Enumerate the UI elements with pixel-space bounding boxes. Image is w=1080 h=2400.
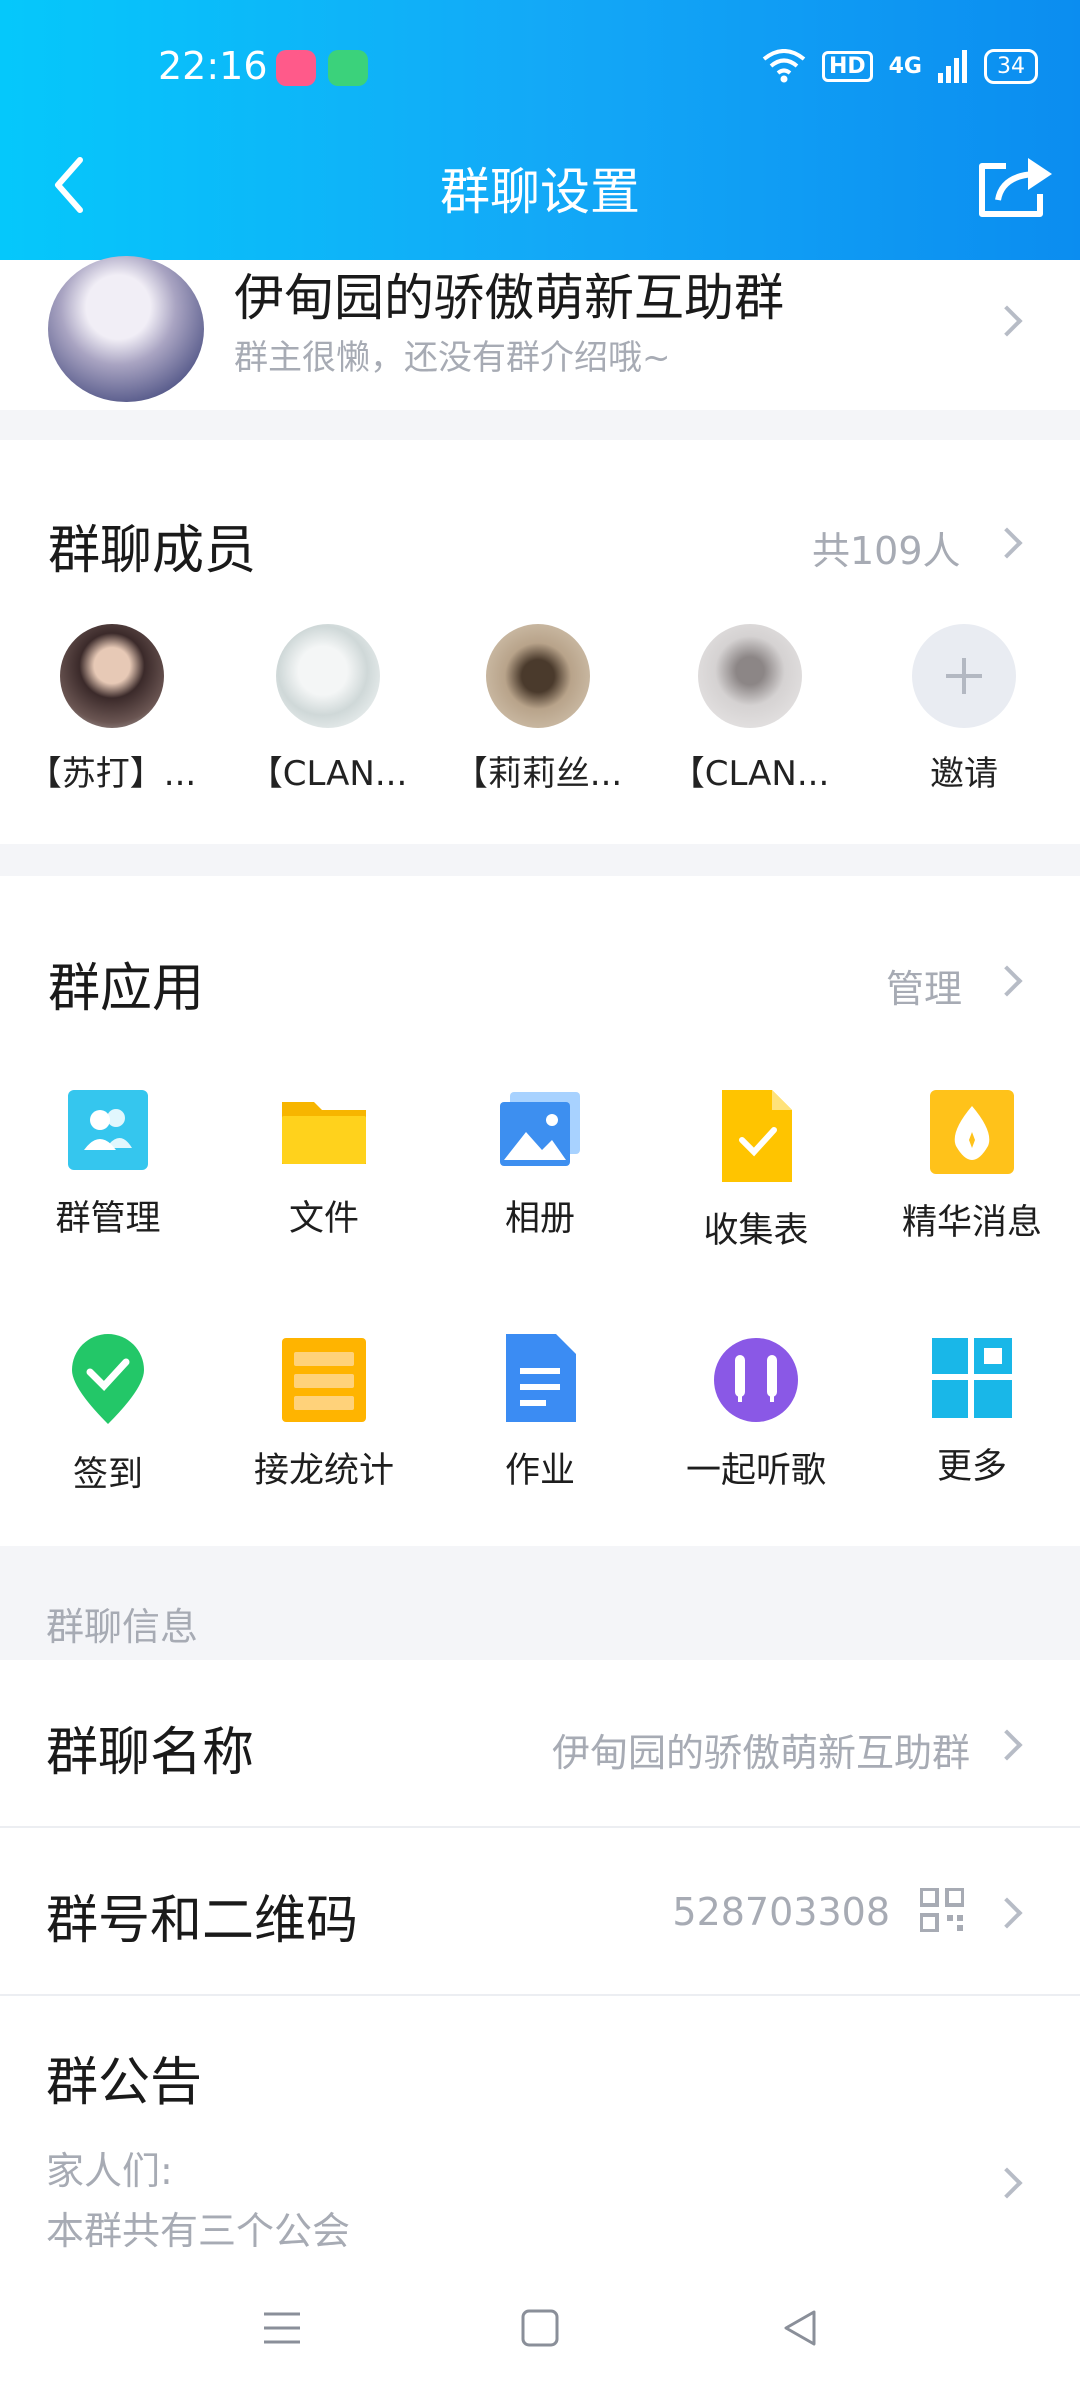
group-name-row-value: 伊甸园的骄傲萌新互助群	[551, 1731, 970, 1775]
system-nav-bar	[0, 2260, 1080, 2400]
menu-icon[interactable]	[262, 2310, 302, 2346]
member-avatar	[486, 624, 590, 728]
group-notice-title: 群公告	[46, 2053, 203, 2113]
member-name: 【苏打】...	[27, 754, 197, 794]
app-album[interactable]: 相册	[432, 1088, 648, 1241]
hd-badge: HD	[821, 50, 873, 82]
network-label: 4G	[888, 53, 922, 79]
member-avatar	[698, 624, 802, 728]
member-name: 【CLAN...	[248, 754, 408, 794]
invite-label: 邀请	[930, 754, 998, 794]
notice-line-1: 家人们:	[46, 2149, 173, 2193]
notification-app-icon	[328, 50, 368, 86]
app-music[interactable]: 一起听歌	[648, 1336, 864, 1493]
essence-icon	[930, 1090, 1014, 1174]
members-title: 群聊成员	[48, 521, 257, 581]
plus-icon	[912, 624, 1016, 728]
apps-manage-link[interactable]: 管理	[886, 958, 962, 1013]
group-name: 伊甸园的骄傲萌新互助群	[234, 269, 784, 327]
more-icon	[932, 1338, 1012, 1418]
app-checkin[interactable]: 签到	[0, 1332, 216, 1497]
music-icon	[714, 1338, 798, 1422]
relay-icon	[282, 1338, 366, 1422]
app-more[interactable]: 更多	[864, 1336, 1080, 1489]
home-icon[interactable]	[520, 2308, 560, 2348]
wifi-icon	[762, 49, 806, 83]
back-triangle-icon[interactable]	[780, 2308, 820, 2348]
member-avatar	[60, 624, 164, 728]
app-essence[interactable]: 精华消息	[864, 1088, 1080, 1245]
member-avatar	[276, 624, 380, 728]
homework-icon	[506, 1334, 576, 1422]
app-label: 精华消息	[901, 1203, 1042, 1243]
group-avatar	[48, 256, 204, 402]
member-count[interactable]: 共109人	[812, 520, 961, 575]
group-number-value: 528703308	[672, 1890, 890, 1934]
top-bar: 22:16 HD 4G 34 群聊设置	[0, 0, 1080, 260]
member-item[interactable]: 【莉莉丝...	[438, 624, 638, 795]
album-icon	[500, 1092, 580, 1166]
member-name: 【CLAN...	[670, 754, 830, 794]
notification-app-icon	[276, 50, 316, 86]
invite-button[interactable]: 邀请	[864, 624, 1064, 795]
app-label: 收集表	[703, 1211, 809, 1251]
app-file[interactable]: 文件	[216, 1088, 432, 1241]
status-time: 22:16	[158, 44, 268, 88]
app-group-manage[interactable]: 群管理	[0, 1088, 216, 1241]
battery-indicator: 34	[984, 48, 1038, 84]
group-description: 群主很懒，还没有群介绍哦~	[234, 338, 671, 378]
share-icon[interactable]	[974, 150, 1058, 220]
checkin-icon	[72, 1334, 144, 1424]
page-title: 群聊设置	[440, 163, 640, 221]
apps-title: 群应用	[48, 959, 205, 1019]
app-label: 签到	[72, 1455, 143, 1495]
member-item[interactable]: 【CLAN...	[650, 624, 850, 795]
group-number-row-title: 群号和二维码	[46, 1891, 359, 1951]
group-manage-icon	[68, 1090, 148, 1170]
app-label: 文件	[288, 1199, 359, 1239]
folder-icon	[282, 1102, 366, 1164]
app-label: 相册	[504, 1199, 575, 1239]
form-icon	[722, 1090, 792, 1182]
qr-code-icon[interactable]	[920, 1888, 964, 1932]
app-relay[interactable]: 接龙统计	[216, 1336, 432, 1493]
app-label: 群管理	[55, 1199, 161, 1239]
group-name-row-title: 群聊名称	[46, 1723, 255, 1783]
member-item[interactable]: 【CLAN...	[228, 624, 428, 795]
member-item[interactable]: 【苏打】...	[12, 624, 212, 795]
app-homework[interactable]: 作业	[432, 1332, 648, 1493]
status-icons: HD 4G 34	[762, 44, 1038, 88]
app-label: 作业	[504, 1451, 575, 1491]
app-label: 更多	[936, 1447, 1007, 1487]
signal-icon	[938, 50, 967, 83]
app-form[interactable]: 收集表	[648, 1088, 864, 1253]
section-label: 群聊信息	[46, 1605, 199, 1649]
member-name: 【莉莉丝...	[453, 754, 623, 794]
notice-line-2: 本群共有三个公会	[46, 2209, 351, 2253]
app-label: 接龙统计	[253, 1451, 394, 1491]
app-label: 一起听歌	[685, 1451, 826, 1491]
